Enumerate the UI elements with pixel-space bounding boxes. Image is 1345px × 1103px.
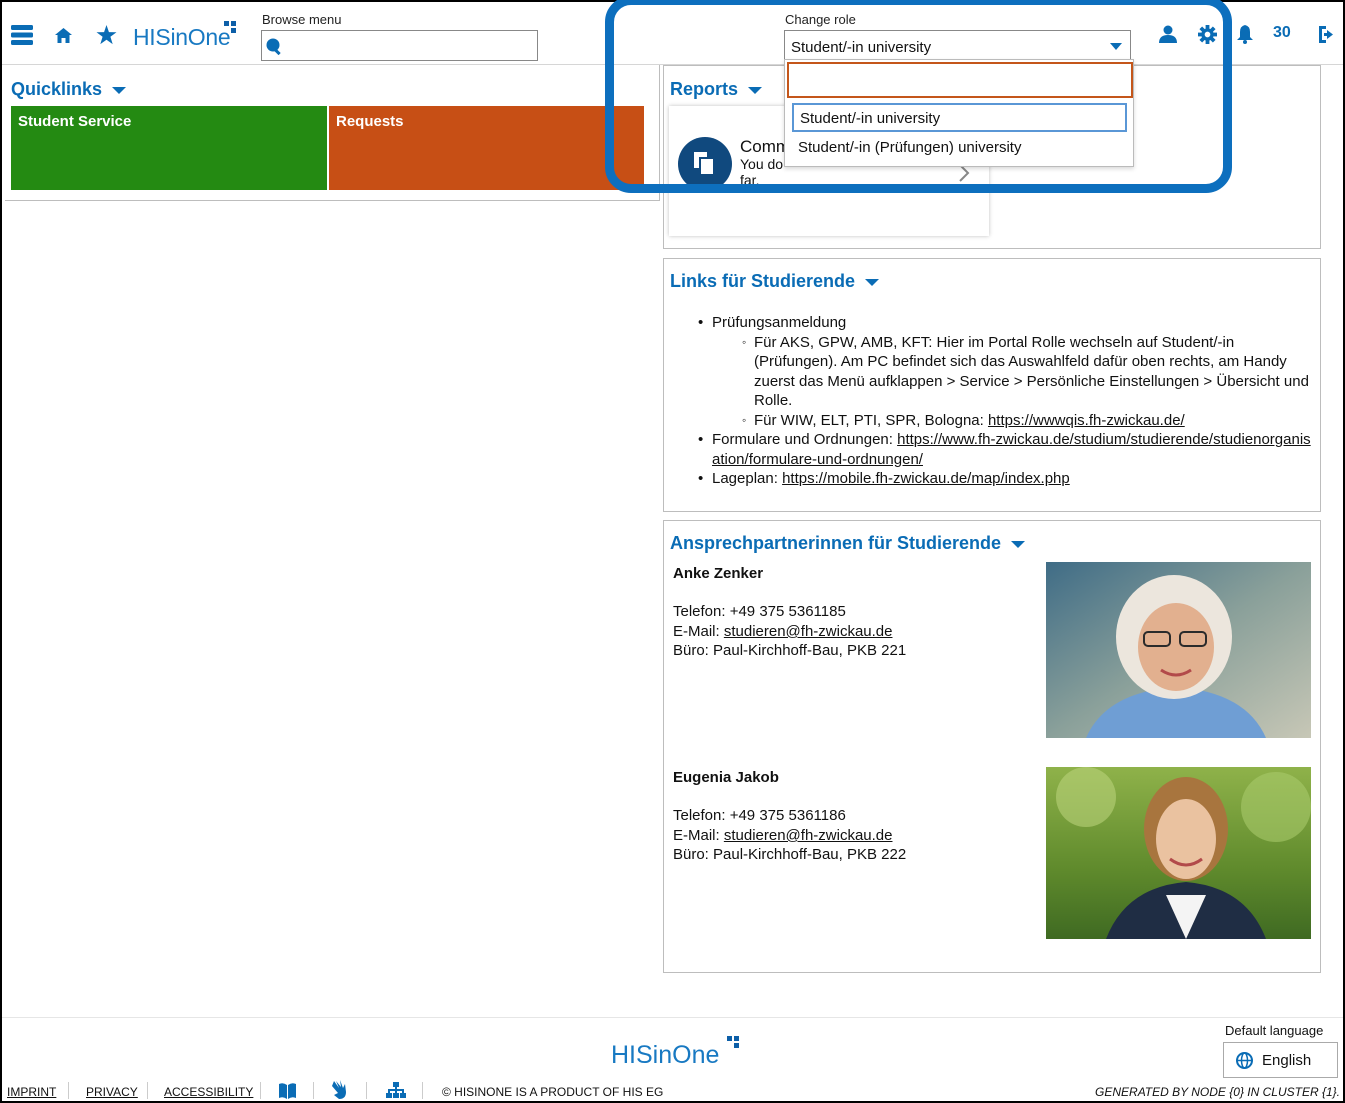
change-role-label: Change role bbox=[785, 12, 856, 27]
report-card-text-2: far. bbox=[740, 172, 760, 188]
sign-language-icon[interactable] bbox=[331, 1080, 349, 1103]
footer-logo-text: HISinOne bbox=[611, 1041, 720, 1069]
contact-email-label: E-Mail: bbox=[673, 623, 724, 640]
footer-separator bbox=[366, 1082, 367, 1099]
language-button[interactable]: English bbox=[1223, 1042, 1338, 1078]
list-item-text: Lageplan: bbox=[712, 470, 783, 487]
report-card-text: You do bbox=[740, 156, 784, 172]
logout-icon[interactable] bbox=[1316, 24, 1338, 44]
role-option[interactable]: Student/-in university bbox=[792, 103, 1127, 132]
qis-link[interactable]: https://wwwqis.fh-zwickau.de/ bbox=[988, 412, 1185, 429]
hisinone-logo[interactable]: HISinOne bbox=[133, 24, 231, 51]
contact-photo bbox=[1046, 767, 1311, 939]
role-option[interactable]: Student/-in (Prüfungen) university bbox=[798, 139, 1021, 156]
menu-icon[interactable] bbox=[11, 24, 33, 46]
home-icon[interactable] bbox=[54, 26, 72, 44]
search-icon bbox=[266, 38, 281, 55]
chevron-right-icon[interactable] bbox=[958, 164, 970, 187]
chevron-down-icon bbox=[112, 86, 127, 94]
links-title-text: Links für Studierende bbox=[670, 271, 856, 291]
role-dropdown-list[interactable]: Student/-in university Student/-in (Prüf… bbox=[784, 59, 1134, 167]
tile-label: Student Service bbox=[18, 113, 132, 130]
chevron-down-icon bbox=[865, 278, 880, 286]
sub-list-item: Für AKS, GPW, AMB, KFT: Hier im Portal R… bbox=[738, 333, 1316, 411]
contact-phone: Telefon: +49 375 5361186 bbox=[673, 807, 846, 824]
list-item: Prüfungsanmeldung Für AKS, GPW, AMB, KFT… bbox=[696, 313, 1316, 430]
role-filter-input[interactable] bbox=[787, 62, 1133, 98]
footer-separator bbox=[422, 1082, 423, 1099]
star-icon[interactable] bbox=[95, 24, 117, 46]
contact-email-label: E-Mail: bbox=[673, 827, 724, 844]
contacts-title[interactable]: Ansprechpartnerinnen für Studierende bbox=[670, 533, 1026, 554]
contact-office: Büro: Paul-Kirchhoff-Bau, PKB 221 bbox=[673, 642, 907, 659]
footer-logo: HISinOne bbox=[611, 1041, 719, 1070]
contacts-title-text: Ansprechpartnerinnen für Studierende bbox=[670, 533, 1002, 553]
logo-dots bbox=[224, 21, 236, 33]
contact-name: Anke Zenker bbox=[673, 565, 764, 582]
contact-name: Eugenia Jakob bbox=[673, 769, 779, 786]
change-role-select[interactable]: Student/-in university bbox=[784, 30, 1131, 62]
change-role-value: Student/-in university bbox=[791, 39, 932, 56]
bell-icon[interactable] bbox=[1236, 24, 1254, 44]
reports-title[interactable]: Reports bbox=[670, 79, 763, 100]
footer-logo-dots bbox=[727, 1036, 739, 1048]
notification-count[interactable]: 30 bbox=[1273, 24, 1291, 42]
list-item: Lageplan: https://mobile.fh-zwickau.de/m… bbox=[696, 469, 1316, 489]
logo-text: HISinOne bbox=[133, 24, 231, 50]
generated-by-text: GENERATED BY NODE {0} IN CLUSTER {1}. bbox=[1095, 1085, 1340, 1099]
contact-email-row: E-Mail: studieren@fh-zwickau.de bbox=[673, 826, 892, 846]
chevron-down-icon bbox=[1110, 43, 1122, 50]
language-label: Default language bbox=[1225, 1023, 1324, 1038]
accessibility-link[interactable]: ACCESSIBILITY bbox=[164, 1085, 253, 1099]
report-card-title: Comm bbox=[740, 137, 791, 156]
language-button-label: English bbox=[1262, 1052, 1312, 1069]
footer-separator bbox=[68, 1082, 69, 1099]
footer-separator bbox=[313, 1082, 314, 1099]
contact-email-link[interactable]: studieren@fh-zwickau.de bbox=[724, 827, 893, 844]
footer-separator bbox=[260, 1082, 261, 1099]
gear-icon[interactable] bbox=[1197, 24, 1217, 44]
list-item-text: Prüfungsanmeldung bbox=[712, 314, 847, 331]
privacy-link[interactable]: PRIVACY bbox=[86, 1085, 138, 1099]
imprint-link[interactable]: IMPRINT bbox=[7, 1085, 56, 1099]
links-list: Prüfungsanmeldung Für AKS, GPW, AMB, KFT… bbox=[696, 313, 1316, 489]
globe-icon bbox=[1236, 1052, 1253, 1069]
report-icon bbox=[678, 137, 732, 191]
chevron-down-icon bbox=[748, 86, 763, 94]
tile-label: Requests bbox=[336, 113, 404, 130]
sub-list-item-text: Für AKS, GPW, AMB, KFT: Hier im Portal R… bbox=[754, 333, 1309, 410]
contact-email-row: E-Mail: studieren@fh-zwickau.de bbox=[673, 622, 892, 642]
contact-phone: Telefon: +49 375 5361185 bbox=[673, 603, 846, 620]
chevron-down-icon bbox=[1011, 540, 1026, 548]
sub-list-item-text: Für WIW, ELT, PTI, SPR, Bologna: bbox=[754, 411, 988, 429]
footer-divider bbox=[2, 1017, 1343, 1018]
tile-student-service[interactable]: Student Service bbox=[11, 106, 327, 190]
list-item: Formulare und Ordnungen: https://www.fh-… bbox=[696, 430, 1316, 469]
links-title[interactable]: Links für Studierende bbox=[670, 271, 880, 292]
sub-list: Für AKS, GPW, AMB, KFT: Hier im Portal R… bbox=[712, 333, 1316, 431]
contact-office: Büro: Paul-Kirchhoff-Bau, PKB 222 bbox=[673, 846, 907, 863]
user-icon[interactable] bbox=[1158, 24, 1178, 44]
map-link[interactable]: https://mobile.fh-zwickau.de/map/index.p… bbox=[782, 470, 1070, 487]
contact-photo bbox=[1046, 562, 1311, 738]
sub-list-item: Für WIW, ELT, PTI, SPR, Bologna: https:/… bbox=[738, 411, 1316, 431]
browse-menu-input[interactable] bbox=[261, 30, 538, 61]
sitemap-icon[interactable] bbox=[386, 1082, 406, 1103]
quicklinks-title-text: Quicklinks bbox=[11, 79, 103, 99]
reports-title-text: Reports bbox=[670, 79, 739, 99]
browse-menu-label: Browse menu bbox=[262, 12, 342, 27]
book-icon[interactable] bbox=[278, 1082, 297, 1103]
footer-separator bbox=[147, 1082, 148, 1099]
quicklinks-title[interactable]: Quicklinks bbox=[11, 79, 127, 100]
tile-requests[interactable]: Requests bbox=[329, 106, 644, 190]
contact-email-link[interactable]: studieren@fh-zwickau.de bbox=[724, 623, 893, 640]
copyright-text: © HISINONE IS A PRODUCT OF HIS EG bbox=[442, 1085, 664, 1099]
list-item-text: Formulare und Ordnungen: bbox=[712, 431, 898, 448]
